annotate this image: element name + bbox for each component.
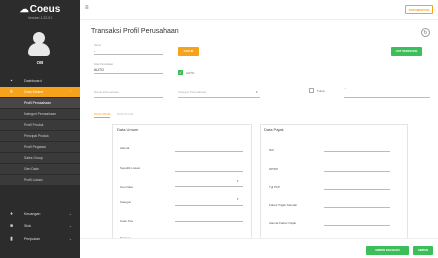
auto-checkbox[interactable]: ✓: [178, 70, 183, 75]
dashboard-icon: ▪: [10, 77, 13, 84]
username: OB: [36, 60, 44, 65]
sidebar-subitem-profil-produk[interactable]: Profil Produk: [0, 120, 80, 130]
chevron-down-icon: ⌄: [69, 224, 72, 228]
main-content: Transaksi Profil Perusahaan ↻ Nomor - CA…: [80, 20, 438, 258]
sidebar-item-keuangan[interactable]: ♦ Keuangan ⌄: [0, 209, 80, 219]
sidebar-subitem-label: Principal Produk: [24, 134, 49, 138]
sidebar-item-dashboard[interactable]: ▪ Dashboard: [0, 76, 80, 86]
sidebar-item-label: Dashboard: [24, 79, 42, 83]
sidebar-subitem-kategori-perusahaan[interactable]: Kategori Perusahaan: [0, 109, 80, 119]
kode-perusahaan-label: Kode Perusahaan: [94, 63, 114, 66]
sidebar-item-penjualan[interactable]: ▮ Penjualan ⌄: [0, 234, 80, 244]
nik-input[interactable]: [324, 151, 390, 152]
tgl-pkp-label: Tgl PKP: [269, 185, 281, 189]
spesifik-lokasi-input[interactable]: [175, 171, 243, 172]
tutup-checkbox-label: Tutup: [317, 89, 325, 93]
alamat-faktur-pajak-label: Alamat Faktur Pajak: [269, 221, 297, 225]
sidebar-subitem-label: Profil Produk: [24, 123, 44, 127]
kategori-label: Kategori: [120, 200, 132, 204]
sidebar-item-label: Data Master: [24, 90, 44, 94]
sidebar-item-label: Stok: [24, 224, 32, 228]
simpan-button[interactable]: SIMPAN: [413, 246, 433, 255]
tutup-date-underline: [344, 97, 430, 98]
page-title: Transaksi Profil Perusahaan: [91, 28, 179, 35]
kategori-perusahaan-select[interactable]: Kategori Perusahaan: [178, 90, 206, 94]
chevron-down-icon: ⌄: [69, 237, 72, 241]
kategori-select[interactable]: [175, 205, 243, 206]
tgl-pkp-input[interactable]: [324, 189, 390, 190]
kategori-perusahaan-underline: [178, 97, 260, 98]
hamburger-menu-icon[interactable]: ≡: [85, 5, 89, 11]
npwp-input[interactable]: [324, 171, 390, 172]
footer-bar: SIMPAN DAN BARU SIMPAN: [80, 238, 438, 258]
auto-checkbox-label: AUTO: [186, 71, 195, 75]
sidebar-subitem-label: Gen Data: [24, 167, 39, 171]
geo-data-select[interactable]: [175, 186, 243, 187]
active-tab-indicator: [94, 117, 110, 118]
nama-perusahaan-input[interactable]: Nama Perusahaan: [94, 90, 119, 94]
documentation-button[interactable]: DOKUMENTASI: [405, 5, 433, 14]
faktur-pajak-standar-label: Faktur Pajak Standar: [269, 203, 298, 207]
cloud-icon: ☁: [19, 4, 29, 14]
tutup-checkbox[interactable]: [309, 88, 314, 93]
nik-label: NIK: [269, 148, 275, 152]
sidebar-subitem-profil-pegawai[interactable]: Profil Pegawai: [0, 142, 80, 152]
simpan-dan-baru-button[interactable]: SIMPAN DAN BARU: [366, 246, 409, 255]
top-bar: ≡ DOKUMENTASI: [80, 0, 438, 20]
sidebar: ☁Coeus Version 1.22.01 OB ▪ Dashboard ≡ …: [0, 0, 80, 258]
faktur-pajak-standar-input[interactable]: [324, 207, 390, 208]
data-pajak-title: Data Pajak: [264, 127, 284, 132]
npwp-label: NPWP: [269, 167, 278, 171]
spesifik-lokasi-label: Spesifik Lokasi: [120, 166, 141, 170]
caret-down-icon: ▾: [237, 179, 239, 183]
sidebar-subitem-sales-group[interactable]: Sales Group: [0, 153, 80, 163]
sidebar-subitem-principal-produk[interactable]: Principal Produk: [0, 131, 80, 141]
sidebar-item-stok[interactable]: ■ Stok ⌄: [0, 221, 80, 231]
cari-id-button[interactable]: CARI ID: [178, 47, 199, 56]
sidebar-item-label: Keuangan: [24, 212, 41, 216]
tab-data-klaim[interactable]: DATA KLAIM: [117, 112, 133, 116]
sidebar-subitem-label: Profil Lokasi: [24, 178, 43, 182]
nomor-input[interactable]: -: [94, 48, 163, 55]
sidebar-subitem-label: Sales Group: [24, 156, 43, 160]
list-transaksi-button[interactable]: LIST TRANSAKSI: [391, 47, 422, 56]
avatar[interactable]: [28, 32, 50, 56]
tab-data-umum[interactable]: DATA UMUM: [94, 112, 110, 116]
sidebar-subitem-gen-data[interactable]: Gen Data: [0, 164, 80, 174]
chart-icon: ▮: [10, 235, 13, 242]
refresh-icon[interactable]: ↻: [421, 28, 430, 37]
nomor-label: Nomor: [94, 44, 102, 47]
sidebar-subitem-profil-lokasi[interactable]: Profil Lokasi: [0, 175, 80, 185]
box-icon: ■: [9, 222, 14, 229]
kode-pos-label: Kode Pos: [120, 219, 134, 223]
tutup-date-input[interactable]: —: [344, 86, 347, 90]
caret-down-icon: ▾: [256, 90, 258, 94]
sidebar-subitem-label: Profil Perusahaan: [24, 101, 51, 105]
sidebar-item-data-master[interactable]: ≡ Data Master ⌃: [0, 87, 80, 97]
brand-logo[interactable]: ☁Coeus: [0, 4, 80, 15]
avatar-body: [28, 43, 50, 56]
money-bag-icon: ♦: [10, 210, 13, 217]
geo-data-label: Geo Data: [120, 185, 133, 189]
chevron-up-icon: ⌃: [69, 90, 72, 94]
chevron-down-icon: ⌄: [69, 212, 72, 216]
caret-down-icon: ▾: [237, 197, 239, 201]
kode-pos-input[interactable]: [175, 221, 243, 222]
sidebar-subitem-label: Kategori Perusahaan: [24, 112, 56, 116]
kode-perusahaan-input[interactable]: AUTO: [94, 67, 163, 74]
alamat-input[interactable]: [175, 151, 243, 152]
alamat-label: Alamat: [120, 146, 130, 150]
brand: ☁Coeus Version 1.22.01: [0, 4, 80, 20]
sidebar-subitem-label: Profil Pegawai: [24, 145, 46, 149]
sidebar-item-label: Penjualan: [24, 237, 40, 241]
brand-name: Coeus: [29, 4, 61, 15]
nama-perusahaan-underline: [94, 97, 163, 98]
brand-version: Version 1.22.01: [27, 16, 53, 20]
alamat-faktur-pajak-input[interactable]: [324, 225, 390, 226]
folder-icon: ≡: [10, 88, 13, 95]
sidebar-subitem-profil-perusahaan[interactable]: Profil Perusahaan: [0, 98, 80, 108]
data-umum-title: Data Umum: [117, 127, 139, 132]
